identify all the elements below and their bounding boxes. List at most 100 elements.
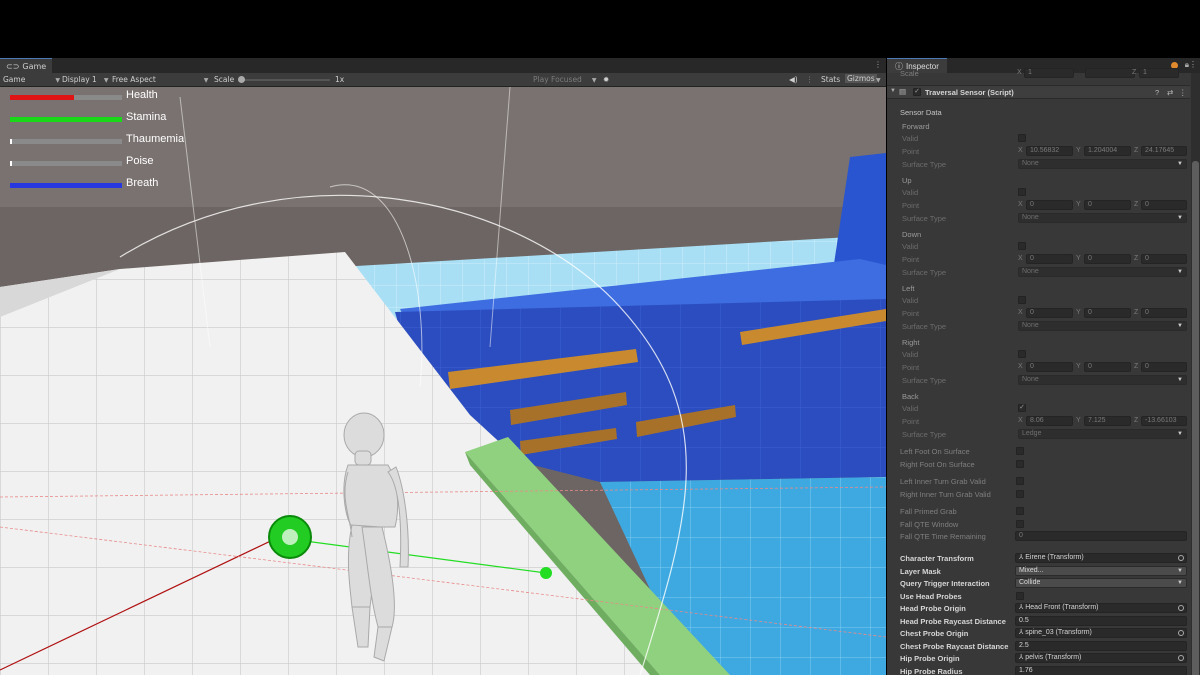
x-axis-label: X bbox=[1018, 417, 1023, 424]
direction-header: Left bbox=[902, 284, 915, 293]
object-field[interactable]: ⅄ spine_03 (Transform) bbox=[1015, 628, 1187, 638]
point-x-field[interactable]: 8.06 bbox=[1026, 416, 1073, 426]
surface-type-label: Surface Type bbox=[902, 160, 947, 169]
surface-type-dropdown[interactable]: None ▼ bbox=[1018, 267, 1187, 277]
gizmos-dropdown-arrow[interactable]: ▼ bbox=[876, 75, 881, 84]
flag-checkbox[interactable] bbox=[1016, 477, 1024, 485]
point-y-field[interactable]: 1.204004 bbox=[1084, 146, 1131, 156]
flag-checkbox[interactable] bbox=[1016, 490, 1024, 498]
property-number-field[interactable]: 0.5 bbox=[1015, 615, 1187, 626]
x-axis-label: X bbox=[1018, 363, 1023, 370]
surface-type-label: Surface Type bbox=[902, 214, 947, 223]
tab-game[interactable]: ⊂⊃ Game bbox=[0, 58, 53, 73]
flag-checkbox[interactable] bbox=[1016, 447, 1024, 455]
speaker-icon[interactable]: ◀) bbox=[789, 75, 798, 84]
point-x-field[interactable]: 0 bbox=[1026, 254, 1073, 264]
point-z-field[interactable]: 0 bbox=[1141, 254, 1187, 264]
point-x-field[interactable]: 0 bbox=[1026, 308, 1073, 318]
scrollbar-thumb[interactable] bbox=[1192, 161, 1199, 675]
display-mode-label: Game bbox=[3, 75, 26, 84]
gizmos-button[interactable]: Gizmos bbox=[845, 74, 877, 83]
object-picker-icon[interactable] bbox=[1178, 605, 1184, 611]
point-y-field[interactable]: 7.125 bbox=[1084, 416, 1131, 426]
component-enabled-toggle[interactable]: ✓ bbox=[913, 88, 921, 96]
preset-icon[interactable]: ⇄ bbox=[1167, 88, 1173, 97]
valid-checkbox[interactable] bbox=[1018, 188, 1026, 196]
property-dropdown-value: Collide bbox=[1019, 579, 1041, 586]
point-y-field[interactable]: 0 bbox=[1084, 308, 1131, 318]
play-mode-dropdown[interactable]: Play Focused ▼ bbox=[533, 75, 596, 84]
surface-type-dropdown[interactable]: None ▼ bbox=[1018, 321, 1187, 331]
scale-slider-handle[interactable] bbox=[238, 76, 245, 83]
point-x-field[interactable]: 10.56832 bbox=[1026, 146, 1073, 156]
foldout-arrow[interactable]: ▼ bbox=[890, 88, 896, 94]
component-header[interactable]: ▼ ▤ ✓ Traversal Sensor (Script) ? ⇄ ⋮ bbox=[887, 85, 1190, 99]
point-z-field[interactable]: 0 bbox=[1141, 308, 1187, 318]
scale-z-field[interactable]: 1 bbox=[1139, 68, 1179, 78]
object-picker-icon[interactable] bbox=[1178, 630, 1184, 636]
valid-checkbox[interactable] bbox=[1018, 242, 1026, 250]
stats-button[interactable]: Stats bbox=[821, 75, 840, 84]
object-picker-icon[interactable] bbox=[1178, 555, 1184, 561]
more-icon[interactable]: ⋮ bbox=[874, 60, 882, 69]
scale-slider-track[interactable] bbox=[238, 79, 330, 81]
point-x-field[interactable]: 0 bbox=[1026, 200, 1073, 210]
scale-y-field[interactable] bbox=[1085, 68, 1135, 78]
surface-type-value: None bbox=[1022, 214, 1039, 221]
point-y-field[interactable]: 0 bbox=[1084, 254, 1131, 264]
point-y-field[interactable]: 0 bbox=[1084, 362, 1131, 372]
object-field[interactable]: ⅄ Head Front (Transform) bbox=[1015, 603, 1187, 613]
flag-checkbox[interactable] bbox=[1016, 460, 1024, 468]
scale-row-label: Scale bbox=[900, 69, 919, 78]
valid-checkbox[interactable] bbox=[1018, 350, 1026, 358]
thaumemia-bar bbox=[10, 139, 122, 144]
inspector-scrollbar[interactable] bbox=[1191, 73, 1200, 675]
property-number-field[interactable]: 2.5 bbox=[1015, 640, 1187, 651]
point-y-field[interactable]: 0 bbox=[1084, 200, 1131, 210]
property-number-field[interactable]: 1.76 bbox=[1015, 665, 1187, 675]
surface-type-dropdown[interactable]: None ▼ bbox=[1018, 159, 1187, 169]
chevron-down-icon: ▼ bbox=[1177, 567, 1183, 574]
display-dropdown[interactable]: Display 1 ▼ bbox=[62, 75, 108, 84]
flag-checkbox[interactable] bbox=[1016, 520, 1024, 528]
valid-checkbox[interactable]: ✓ bbox=[1018, 404, 1026, 412]
object-field[interactable]: ⅄ Eirene (Transform) bbox=[1015, 553, 1187, 563]
flag-checkbox[interactable] bbox=[1016, 507, 1024, 515]
property-dropdown[interactable]: Collide ▼ bbox=[1015, 578, 1187, 588]
display-mode-dropdown[interactable]: Game ▼ bbox=[3, 75, 60, 84]
poise-bar-fill bbox=[10, 161, 12, 166]
help-icon[interactable]: ? bbox=[1155, 88, 1159, 97]
point-x-field[interactable]: 0 bbox=[1026, 362, 1073, 372]
point-label: Point bbox=[902, 417, 920, 426]
property-dropdown[interactable]: Mixed... ▼ bbox=[1015, 565, 1187, 576]
point-z-field[interactable]: 24.17645 bbox=[1141, 146, 1187, 156]
valid-checkbox[interactable] bbox=[1018, 296, 1026, 304]
object-picker-icon[interactable] bbox=[1178, 655, 1184, 661]
property-checkbox[interactable] bbox=[1016, 591, 1024, 600]
valid-checkbox[interactable] bbox=[1018, 134, 1026, 142]
more-icon[interactable]: ⋮ bbox=[806, 75, 814, 84]
more-icon[interactable]: ⋮ bbox=[1179, 88, 1187, 97]
surface-type-label: Surface Type bbox=[902, 376, 947, 385]
surface-type-dropdown[interactable]: Ledge ▼ bbox=[1018, 429, 1187, 439]
object-field-value: spine_03 (Transform) bbox=[1025, 629, 1092, 636]
scale-x-field[interactable]: 1 bbox=[1024, 68, 1074, 78]
object-field-value: pelvis (Transform) bbox=[1025, 654, 1082, 661]
thaumemia-label: Thaumemia bbox=[126, 133, 185, 145]
surface-type-dropdown[interactable]: None ▼ bbox=[1018, 213, 1187, 223]
tab-game-label: Game bbox=[22, 61, 47, 71]
aspect-dropdown[interactable]: Free Aspect ▼ bbox=[112, 75, 208, 84]
surface-type-dropdown[interactable]: None ▼ bbox=[1018, 375, 1187, 385]
scale-value: 1x bbox=[335, 75, 345, 84]
more-icon[interactable]: ⋮ bbox=[1189, 60, 1197, 69]
point-z-field[interactable]: 0 bbox=[1141, 362, 1187, 372]
game-viewport[interactable]: Health Stamina Thaumemia Poise Breath bbox=[0, 87, 886, 675]
script-icon: ▤ bbox=[899, 87, 907, 96]
gear-icon[interactable]: ✹ bbox=[603, 75, 609, 84]
chevron-down-icon: ▼ bbox=[1177, 161, 1183, 167]
point-z-field[interactable]: -13.66103 bbox=[1141, 416, 1187, 426]
fall-qte-time-field[interactable]: 0 bbox=[1015, 531, 1187, 541]
point-z-field[interactable]: 0 bbox=[1141, 200, 1187, 210]
direction-header: Up bbox=[902, 176, 912, 185]
object-field[interactable]: ⅄ pelvis (Transform) bbox=[1015, 653, 1187, 663]
